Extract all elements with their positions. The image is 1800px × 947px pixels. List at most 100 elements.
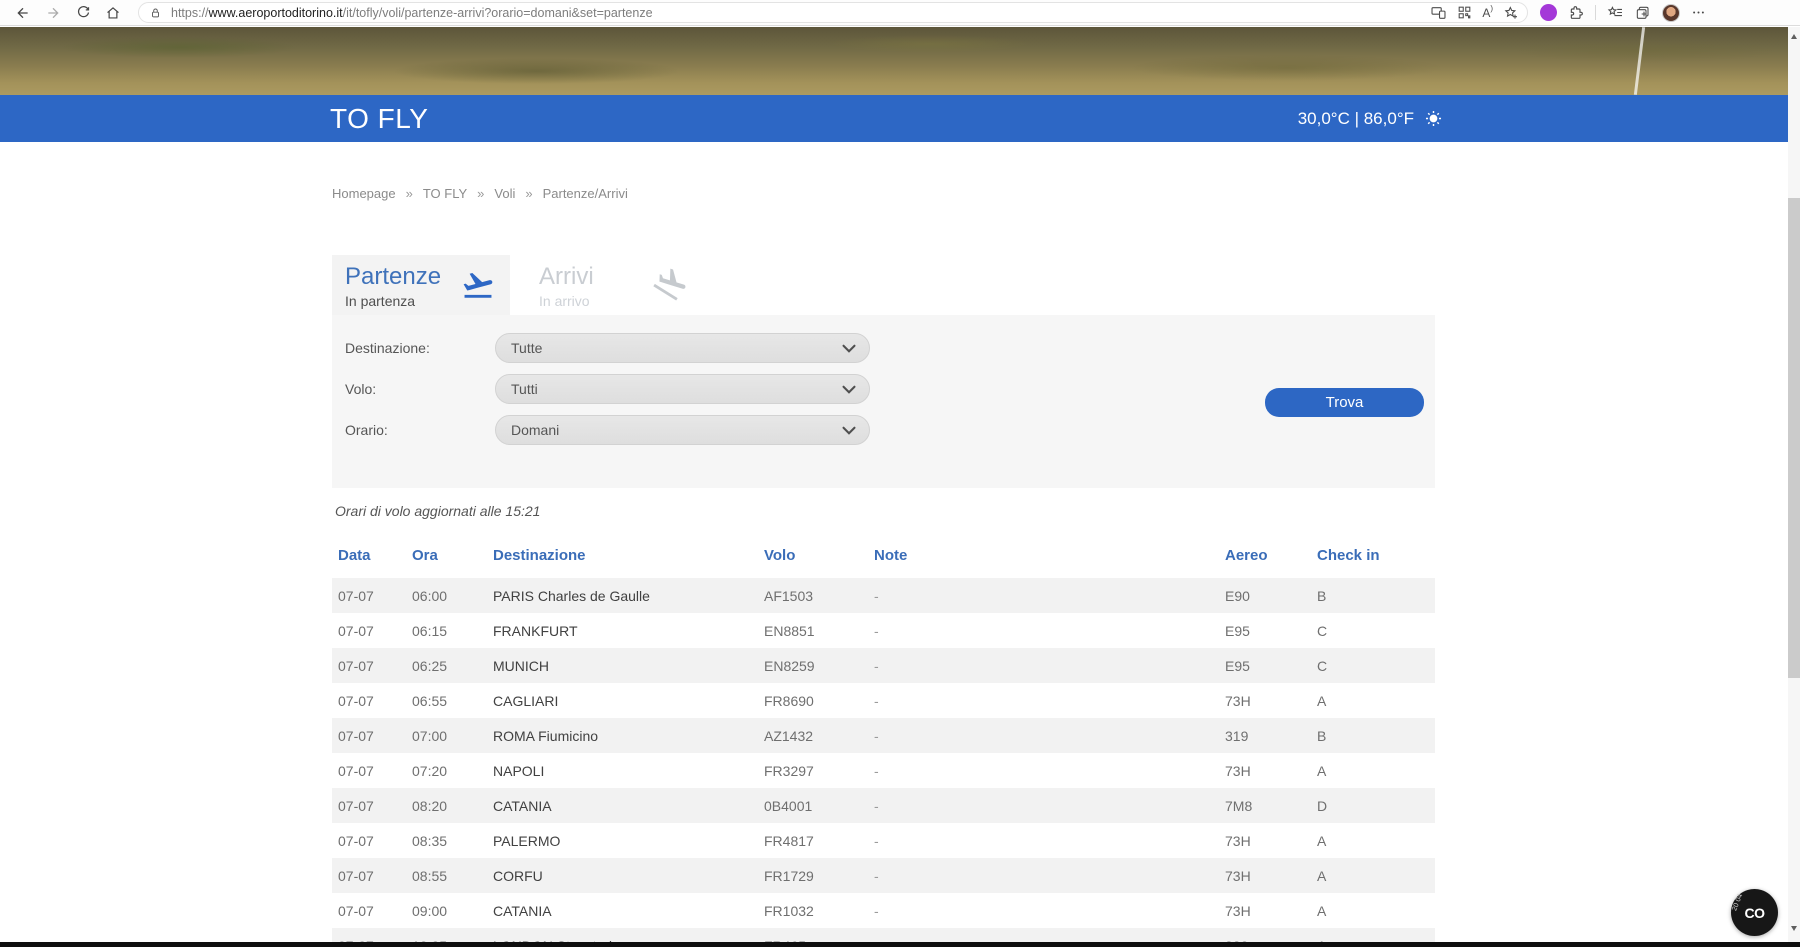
table-row: 07-0706:00PARIS Charles de GaulleAF1503-… bbox=[332, 578, 1435, 613]
table-cell: CATANIA bbox=[493, 788, 764, 823]
table-cell: E90 bbox=[1225, 578, 1317, 613]
table-cell: 07-07 bbox=[332, 823, 412, 858]
table-cell: FRANKFURT bbox=[493, 613, 764, 648]
destination-value: Tutte bbox=[511, 340, 841, 356]
tab-partenze[interactable]: Partenze In partenza bbox=[332, 255, 510, 319]
forward-arrow-icon bbox=[45, 5, 61, 21]
chevron-down-icon bbox=[841, 384, 857, 395]
back-button[interactable] bbox=[8, 1, 38, 25]
destination-select[interactable]: Tutte bbox=[495, 333, 870, 363]
flight-label: Volo: bbox=[345, 381, 495, 397]
table-cell: A bbox=[1317, 858, 1435, 893]
table-cell: EN8851 bbox=[764, 613, 874, 648]
favorites-icon[interactable] bbox=[1607, 5, 1624, 20]
column-header[interactable]: Data bbox=[332, 542, 412, 578]
chevron-down-icon bbox=[841, 343, 857, 354]
table-cell: - bbox=[874, 893, 1225, 928]
forward-button[interactable] bbox=[38, 1, 68, 25]
table-row: 07-0706:15FRANKFURTEN8851-E95C bbox=[332, 613, 1435, 648]
breadcrumb-item[interactable]: Voli bbox=[494, 186, 515, 201]
time-select[interactable]: Domani bbox=[495, 415, 870, 445]
find-button[interactable]: Trova bbox=[1265, 388, 1424, 417]
table-cell: - bbox=[874, 823, 1225, 858]
table-cell: 06:25 bbox=[412, 648, 493, 683]
table-cell: 08:20 bbox=[412, 788, 493, 823]
table-cell: C bbox=[1317, 648, 1435, 683]
extensions-puzzle-icon[interactable] bbox=[1568, 5, 1584, 21]
browser-window: { "browser": { "url": { "prefix": "https… bbox=[0, 0, 1800, 947]
table-cell: 07:00 bbox=[412, 718, 493, 753]
table-row: 07-0708:20CATANIA0B4001-7M8D bbox=[332, 788, 1435, 823]
breadcrumb-item[interactable]: Homepage bbox=[332, 186, 396, 201]
extension-purple-icon[interactable] bbox=[1540, 4, 1557, 21]
screen-recorder-widget[interactable]: 20 04 CO bbox=[1731, 889, 1778, 936]
column-header[interactable]: Volo bbox=[764, 542, 874, 578]
update-notice: Orari di volo aggiornati alle 15:21 bbox=[335, 503, 540, 519]
table-cell: - bbox=[874, 683, 1225, 718]
table-cell: A bbox=[1317, 683, 1435, 718]
table-cell: FR3297 bbox=[764, 753, 874, 788]
tab-arrivi-title: Arrivi bbox=[539, 265, 594, 289]
table-cell: PALERMO bbox=[493, 823, 764, 858]
column-header[interactable]: Note bbox=[874, 542, 1225, 578]
tab-arrivi[interactable]: Arrivi In arrivo bbox=[526, 255, 702, 319]
table-cell: B bbox=[1317, 578, 1435, 613]
send-to-devices-icon[interactable] bbox=[1430, 5, 1447, 20]
table-cell: EN8259 bbox=[764, 648, 874, 683]
flights-table: DataOraDestinazioneVoloNoteAereoCheck in… bbox=[332, 542, 1435, 947]
time-label: Orario: bbox=[345, 422, 495, 438]
settings-menu-icon[interactable] bbox=[1691, 5, 1706, 20]
column-header[interactable]: Check in bbox=[1317, 542, 1435, 578]
site-header: TO FLY 30,0°C | 86,0°F bbox=[0, 95, 1788, 142]
table-row: 07-0709:00CATANIAFR1032-73HA bbox=[332, 893, 1435, 928]
table-cell: 73H bbox=[1225, 858, 1317, 893]
weather-widget: 30,0°C | 86,0°F bbox=[1298, 109, 1443, 129]
table-cell: B bbox=[1317, 718, 1435, 753]
recorder-side-text: 20 04 bbox=[1731, 893, 1744, 912]
table-cell: 07-07 bbox=[332, 893, 412, 928]
refresh-icon bbox=[76, 5, 91, 20]
flights-table-body: 07-0706:00PARIS Charles de GaulleAF1503-… bbox=[332, 578, 1435, 947]
tab-arrivi-subtitle: In arrivo bbox=[539, 293, 594, 309]
hero-image bbox=[0, 27, 1788, 95]
breadcrumb-item[interactable]: TO FLY bbox=[423, 186, 467, 201]
collections-icon[interactable] bbox=[1635, 5, 1651, 21]
table-cell: 319 bbox=[1225, 718, 1317, 753]
table-cell: AZ1432 bbox=[764, 718, 874, 753]
table-cell: 73H bbox=[1225, 893, 1317, 928]
table-cell: 0B4001 bbox=[764, 788, 874, 823]
table-cell: 08:55 bbox=[412, 858, 493, 893]
table-cell: A bbox=[1317, 753, 1435, 788]
breadcrumb-separator: » bbox=[477, 186, 484, 201]
table-cell: D bbox=[1317, 788, 1435, 823]
table-cell: CORFU bbox=[493, 858, 764, 893]
table-cell: 7M8 bbox=[1225, 788, 1317, 823]
table-cell: 07-07 bbox=[332, 718, 412, 753]
table-cell: ROMA Fiumicino bbox=[493, 718, 764, 753]
flight-select[interactable]: Tutti bbox=[495, 374, 870, 404]
read-aloud-icon[interactable]: A) bbox=[1482, 6, 1493, 20]
address-bar[interactable]: https://www.aeroportoditorino.it/it/tofl… bbox=[138, 2, 1528, 23]
column-header[interactable]: Aereo bbox=[1225, 542, 1317, 578]
scrollbar-up-arrow[interactable] bbox=[1788, 29, 1800, 43]
scrollbar-down-arrow[interactable] bbox=[1788, 921, 1800, 935]
table-row: 07-0708:35PALERMOFR4817-73HA bbox=[332, 823, 1435, 858]
add-favorite-icon[interactable] bbox=[1503, 5, 1519, 21]
table-cell: A bbox=[1317, 823, 1435, 858]
table-cell: 08:35 bbox=[412, 823, 493, 858]
table-cell: 07-07 bbox=[332, 578, 412, 613]
destination-label: Destinazione: bbox=[345, 340, 495, 356]
column-header[interactable]: Ora bbox=[412, 542, 493, 578]
home-button[interactable] bbox=[98, 1, 128, 25]
flight-tabs: Partenze In partenza Arrivi In arrivo bbox=[332, 255, 702, 319]
table-cell: - bbox=[874, 788, 1225, 823]
scrollbar-thumb[interactable] bbox=[1788, 198, 1800, 678]
profile-avatar[interactable] bbox=[1662, 4, 1680, 22]
refresh-button[interactable] bbox=[68, 1, 98, 25]
browser-toolbar: https://www.aeroportoditorino.it/it/tofl… bbox=[0, 0, 1800, 26]
plane-takeoff-icon bbox=[458, 268, 498, 302]
qr-code-icon[interactable] bbox=[1457, 5, 1472, 20]
scrollbar[interactable] bbox=[1788, 27, 1800, 943]
table-cell: 73H bbox=[1225, 683, 1317, 718]
column-header[interactable]: Destinazione bbox=[493, 542, 764, 578]
